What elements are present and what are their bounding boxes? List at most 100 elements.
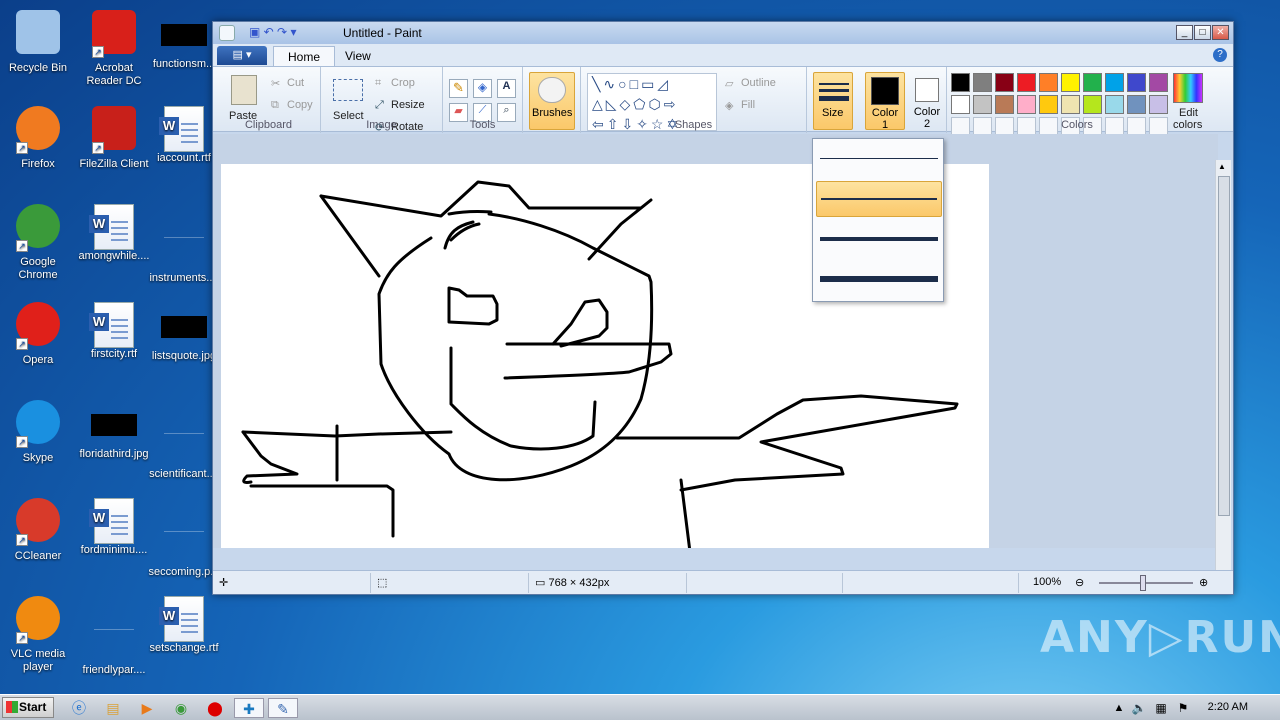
fill-bucket-icon[interactable]: ◈ xyxy=(473,79,492,98)
palette-swatch[interactable] xyxy=(1017,95,1036,114)
tools-group: ✎ ◈ A ▰ ⟋ ⌕ Tools xyxy=(443,67,523,133)
desktop-icon[interactable]: Wamongwhile.... xyxy=(76,204,152,263)
copy-button[interactable]: Copy xyxy=(287,99,313,111)
volume-icon[interactable]: 🔈 xyxy=(1128,698,1150,718)
palette-swatch[interactable] xyxy=(1061,73,1080,92)
color2-button[interactable]: Color 2 xyxy=(907,72,947,130)
desktop-icon[interactable]: ↗ Opera xyxy=(0,302,76,367)
desktop-icon-label: setschange.rtf xyxy=(149,642,219,654)
anyrun-taskbar-icon[interactable]: ✚ xyxy=(234,698,264,718)
palette-swatch[interactable] xyxy=(1061,95,1080,114)
file-menu-button[interactable]: ▤ ▾ xyxy=(217,46,267,65)
desktop-icon[interactable]: ↗ FileZilla Client xyxy=(76,106,152,171)
desktop-icon[interactable]: ↗ CCleaner xyxy=(0,498,76,563)
palette-swatch[interactable] xyxy=(1149,95,1168,114)
paint-taskbar-button[interactable]: ✎ xyxy=(268,698,298,718)
minimize-button[interactable]: _ xyxy=(1176,25,1193,40)
word-doc-icon: W xyxy=(89,498,134,544)
explorer-icon[interactable]: ▤ xyxy=(102,698,124,718)
palette-swatch[interactable] xyxy=(1039,73,1058,92)
palette-swatch[interactable] xyxy=(1127,73,1146,92)
palette-swatch[interactable] xyxy=(1083,73,1102,92)
help-icon[interactable]: ? xyxy=(1213,48,1227,62)
brushes-button[interactable]: Brushes xyxy=(529,72,575,130)
tray-arrow-icon[interactable]: ▲ xyxy=(1108,698,1130,718)
scroll-up-icon[interactable]: ▲ xyxy=(1218,162,1226,171)
palette-swatch[interactable] xyxy=(995,73,1014,92)
desktop-icon[interactable]: functionsm... xyxy=(146,10,222,71)
desktop-icon[interactable]: friendlypar.... xyxy=(76,596,152,677)
color1-button[interactable]: Color 1 xyxy=(865,72,905,131)
tab-view[interactable]: View xyxy=(331,46,385,66)
maximize-button[interactable]: □ xyxy=(1194,25,1211,40)
zoom-out-icon[interactable]: ⊖ xyxy=(1069,573,1090,593)
media-player-icon[interactable]: ▶ xyxy=(136,698,158,718)
desktop-icon[interactable]: Recycle Bin xyxy=(0,10,76,75)
pencil-icon[interactable]: ✎ xyxy=(449,79,468,98)
desktop-icon[interactable]: listsquote.jpg xyxy=(146,302,222,363)
resize-button[interactable]: Resize xyxy=(391,99,425,111)
paint-app-icon[interactable] xyxy=(219,25,235,41)
quick-access-toolbar[interactable]: ▣ ↶ ↷ ▾ xyxy=(249,25,296,39)
vertical-scrollbar[interactable]: ▲ ▼ xyxy=(1215,160,1231,590)
palette-swatch[interactable] xyxy=(1105,95,1124,114)
close-button[interactable]: ✕ xyxy=(1212,25,1229,40)
palette-swatch[interactable] xyxy=(973,95,992,114)
desktop-icon[interactable]: seccoming.p... xyxy=(146,498,222,579)
desktop-icon[interactable]: Wsetschange.rtf xyxy=(146,596,222,655)
color1-swatch xyxy=(871,77,899,105)
palette-swatch[interactable] xyxy=(951,95,970,114)
zoom-slider[interactable] xyxy=(1099,582,1193,584)
desktop-icon[interactable]: Wiaccount.rtf xyxy=(146,106,222,165)
desktop-icon[interactable]: floridathird.jpg xyxy=(76,400,152,461)
select-icon[interactable] xyxy=(333,79,363,101)
text-tool-icon[interactable]: A xyxy=(497,79,516,98)
paste-icon[interactable] xyxy=(231,75,257,105)
outline-button[interactable]: Outline xyxy=(741,77,776,89)
desktop-icon[interactable]: scientificant.... xyxy=(146,400,222,481)
desktop-icon[interactable]: ↗ VLC media player xyxy=(0,596,76,674)
zoom-in-icon[interactable]: ⊕ xyxy=(1193,573,1214,593)
network-icon[interactable]: ▦ xyxy=(1150,698,1172,718)
scroll-thumb[interactable] xyxy=(1218,176,1230,516)
size-option-1[interactable] xyxy=(816,141,942,177)
edit-colors-label[interactable]: Edit xyxy=(1179,107,1198,119)
desktop-icon[interactable]: instruments.... xyxy=(146,204,222,285)
action-center-flag-icon[interactable]: ⚑ xyxy=(1172,698,1194,718)
palette-swatch[interactable] xyxy=(951,73,970,92)
tab-home[interactable]: Home xyxy=(273,46,336,66)
palette-swatch[interactable] xyxy=(1105,73,1124,92)
shapes-label: Shapes xyxy=(674,119,713,131)
desktop-icon-label: Acrobat Reader DC xyxy=(86,62,142,87)
palette-swatch[interactable] xyxy=(1017,73,1036,92)
palette-swatch[interactable] xyxy=(1149,73,1168,92)
palette-swatch[interactable] xyxy=(973,73,992,92)
crop-button[interactable]: Crop xyxy=(391,77,415,89)
cut-button[interactable]: Cut xyxy=(287,77,304,89)
opera-taskbar-icon[interactable]: ⬤ xyxy=(204,698,226,718)
desktop-icon[interactable]: ↗ Google Chrome xyxy=(0,204,76,282)
palette-swatch[interactable] xyxy=(995,95,1014,114)
palette-swatch[interactable] xyxy=(1039,95,1058,114)
zoom-slider-thumb[interactable] xyxy=(1140,575,1146,591)
clock[interactable]: 2:20 AM xyxy=(1208,701,1248,713)
desktop-icon[interactable]: Wfirstcity.rtf xyxy=(76,302,152,361)
edit-colors-icon[interactable] xyxy=(1173,73,1203,103)
palette-swatch[interactable] xyxy=(1127,95,1146,114)
size-option-4[interactable] xyxy=(816,261,942,297)
chrome-taskbar-icon[interactable]: ◉ xyxy=(170,698,192,718)
ie-icon[interactable]: ⓔ xyxy=(68,698,90,718)
desktop-icon[interactable]: ↗ Skype xyxy=(0,400,76,465)
size-line-3 xyxy=(819,96,849,101)
fill-button[interactable]: Fill xyxy=(741,99,755,111)
desktop-icon[interactable]: ↗ Acrobat Reader DC xyxy=(76,10,152,88)
size-option-3[interactable] xyxy=(816,221,942,257)
desktop-icon[interactable]: Wfordminimu.... xyxy=(76,498,152,557)
size-option-2[interactable] xyxy=(816,181,942,217)
desktop-icon[interactable]: ↗ Firefox xyxy=(0,106,76,171)
start-button[interactable]: Start xyxy=(2,697,54,718)
title-bar[interactable]: ▣ ↶ ↷ ▾ Untitled - Paint _ □ ✕ xyxy=(213,22,1233,44)
color2-label: Color xyxy=(913,106,941,118)
size-button[interactable]: Size xyxy=(813,72,853,130)
palette-swatch[interactable] xyxy=(1083,95,1102,114)
